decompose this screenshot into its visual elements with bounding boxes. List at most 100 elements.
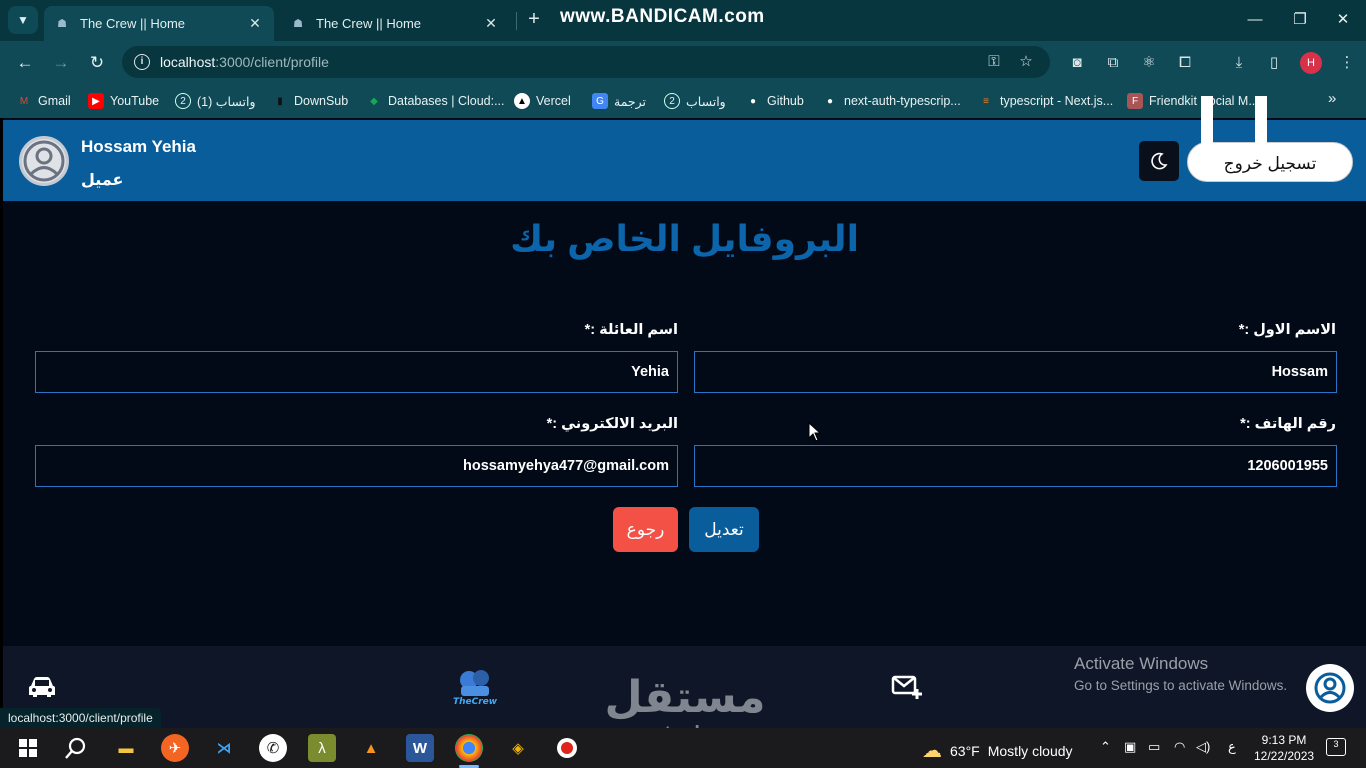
bookmark-whatsapp-1[interactable]: 2 واتساب (1) xyxy=(175,92,255,110)
reload-icon[interactable]: ↻ xyxy=(83,49,111,77)
bookmark-github[interactable]: ● Github xyxy=(745,92,804,110)
mail-add-icon[interactable] xyxy=(891,673,923,701)
weather-widget[interactable]: ☁ 63°F Mostly cloudy xyxy=(922,738,1073,763)
phone-label: رقم الهاتف :* xyxy=(1240,416,1336,432)
battery-icon[interactable]: ▭ xyxy=(1148,739,1160,755)
tab-inactive[interactable]: ☗ The Crew || Home ✕ xyxy=(280,6,510,41)
last-name-label: اسم العائلة :* xyxy=(584,322,678,338)
file-explorer-icon[interactable]: ▬ xyxy=(112,734,140,762)
key-icon[interactable]: ⚿ xyxy=(984,52,1004,72)
forward-icon[interactable]: → xyxy=(47,49,75,77)
taskbar-clock[interactable]: 9:13 PM 12/22/2023 xyxy=(1254,732,1314,764)
star-icon[interactable]: ☆ xyxy=(1016,52,1036,72)
crew-favicon-icon: ☗ xyxy=(293,18,303,30)
profile-avatar[interactable]: H xyxy=(1300,52,1322,74)
edit-button[interactable]: تعديل xyxy=(689,507,759,552)
camera-icon[interactable]: ◙ xyxy=(1066,52,1088,74)
last-name-input[interactable] xyxy=(35,351,678,393)
input-language[interactable]: ع xyxy=(1228,739,1236,755)
postman-icon[interactable]: ✈ xyxy=(161,734,189,762)
bookmark-next-auth[interactable]: ● next-auth-typescrip... xyxy=(822,92,961,110)
extensions-icon[interactable]: ⧠ xyxy=(1174,52,1196,74)
app-header: Hossam Yehia عميل تسجيل خروج xyxy=(3,96,1366,201)
react-devtools-icon[interactable]: ⚛ xyxy=(1138,52,1160,74)
page-title: البروفايل الخاص بك xyxy=(510,218,859,259)
weather-desc: Mostly cloudy xyxy=(987,742,1073,759)
close-tab-icon[interactable]: ✕ xyxy=(482,15,500,32)
mongodb-icon: ◆ xyxy=(370,95,378,107)
gmail-icon: M xyxy=(19,95,29,107)
crew-favicon-icon: ☗ xyxy=(57,18,67,30)
the-crew-logo[interactable]: TheCrew xyxy=(449,664,501,708)
car-icon[interactable] xyxy=(27,674,57,700)
tab-search-icon[interactable]: ▼ xyxy=(8,6,38,34)
url-text[interactable]: localhost:3000/client/profile xyxy=(160,54,329,70)
tab-title: The Crew || Home xyxy=(316,16,422,31)
wifi-icon[interactable]: ◠ xyxy=(1174,739,1185,755)
page-viewport: Hossam Yehia عميل تسجيل خروج البروفايل ا… xyxy=(3,96,1366,728)
email-label: البريد الالكتروني :* xyxy=(546,416,678,432)
downsub-icon: ▮ xyxy=(277,95,283,107)
download-icon[interactable]: ⤓ xyxy=(1228,52,1250,74)
logout-button[interactable]: تسجيل خروج xyxy=(1187,142,1353,182)
search-icon[interactable] xyxy=(62,734,90,762)
mostaql-arabic: مستقل xyxy=(604,673,766,722)
first-name-input[interactable] xyxy=(694,351,1337,393)
notifications-icon[interactable]: 3 xyxy=(1326,738,1346,756)
cloudy-weather-icon: ☁ xyxy=(922,740,942,762)
side-panel-icon[interactable]: ▯ xyxy=(1263,52,1285,74)
windows-taskbar: ▬ ✈ ⋊ ✆ λ ▲ W ◈ ☁ 63°F Mostly cloudy ⌃ ▣… xyxy=(0,728,1366,768)
more-bookmarks-icon[interactable]: » xyxy=(1328,90,1336,107)
tab-title: The Crew || Home xyxy=(80,16,186,31)
activate-subtitle: Go to Settings to activate Windows. xyxy=(1074,678,1288,693)
vlc-icon[interactable]: ▲ xyxy=(357,734,385,762)
vscode-icon[interactable]: ⋊ xyxy=(210,734,238,762)
back-button[interactable]: رجوع xyxy=(613,507,678,552)
account-fab-button[interactable] xyxy=(1306,664,1354,712)
bookmarks-bar: M Gmail ▶ YouTube 2 واتساب (1) ▮ DownSub ◆ Da… xyxy=(0,84,1366,118)
bookmark-youtube[interactable]: ▶ YouTube xyxy=(88,92,159,110)
browser-toolbar: ← → ↻ i localhost:3000/client/profile ⚿ … xyxy=(0,41,1366,84)
back-icon[interactable]: ← xyxy=(11,49,39,77)
bookmark-typescript[interactable]: ≡ typescript - Next.js... xyxy=(978,92,1113,110)
tab-active[interactable]: ☗ The Crew || Home ✕ xyxy=(44,6,274,41)
github-icon: ● xyxy=(749,95,757,107)
bandicam-record-icon[interactable] xyxy=(553,734,581,762)
bookmark-downsub[interactable]: ▮ DownSub xyxy=(272,92,348,110)
user-avatar-icon[interactable] xyxy=(19,136,69,186)
windows-start-icon[interactable] xyxy=(14,734,42,762)
lambda-app-icon[interactable]: λ xyxy=(308,734,336,762)
phone-input[interactable] xyxy=(694,445,1337,487)
first-name-label: الاسم الاول :* xyxy=(1238,322,1336,338)
close-tab-icon[interactable]: ✕ xyxy=(246,15,264,32)
svg-text:TheCrew: TheCrew xyxy=(453,697,498,707)
mouse-cursor-icon xyxy=(808,422,822,442)
user-role: عميل xyxy=(81,172,124,189)
overlay-bars-mark xyxy=(1201,96,1271,146)
tray-device-icon[interactable]: ▣ xyxy=(1124,739,1136,755)
bookmark-vercel[interactable]: ▲ Vercel xyxy=(514,92,571,110)
vercel-icon: ▲ xyxy=(514,93,530,109)
whatsapp-icon[interactable]: ✆ xyxy=(259,734,287,762)
user-circle-icon xyxy=(1314,672,1346,704)
email-input[interactable] xyxy=(35,445,678,487)
word-icon[interactable]: W xyxy=(406,734,434,762)
close-window-button[interactable]: ✕ xyxy=(1328,8,1358,32)
bookmark-databases[interactable]: ◆ Databases | Cloud:... xyxy=(366,92,504,110)
bookmark-translate[interactable]: G ترجمة xyxy=(592,92,646,110)
volume-icon[interactable]: ◁) xyxy=(1196,739,1210,755)
minimize-button[interactable]: — xyxy=(1240,8,1270,32)
bookmark-whatsapp-2[interactable]: 2 واتساب xyxy=(664,92,726,110)
chrome-icon[interactable] xyxy=(455,734,483,768)
menu-dots-icon[interactable]: ⋮ xyxy=(1336,52,1358,74)
git-tool-icon[interactable]: ◈ xyxy=(504,734,532,762)
restore-button[interactable]: ❐ xyxy=(1285,8,1315,32)
new-tab-button[interactable]: + xyxy=(522,8,546,32)
address-bar[interactable]: i localhost:3000/client/profile ⚿ ☆ xyxy=(122,46,1050,78)
site-info-icon[interactable]: i xyxy=(134,54,150,70)
bookmark-gmail[interactable]: M Gmail xyxy=(16,92,71,110)
theme-toggle-button[interactable] xyxy=(1139,141,1179,181)
tray-chevron-icon[interactable]: ⌃ xyxy=(1100,739,1111,755)
translate-icon[interactable]: ⧉ xyxy=(1102,52,1124,74)
github-icon: ● xyxy=(826,95,834,107)
